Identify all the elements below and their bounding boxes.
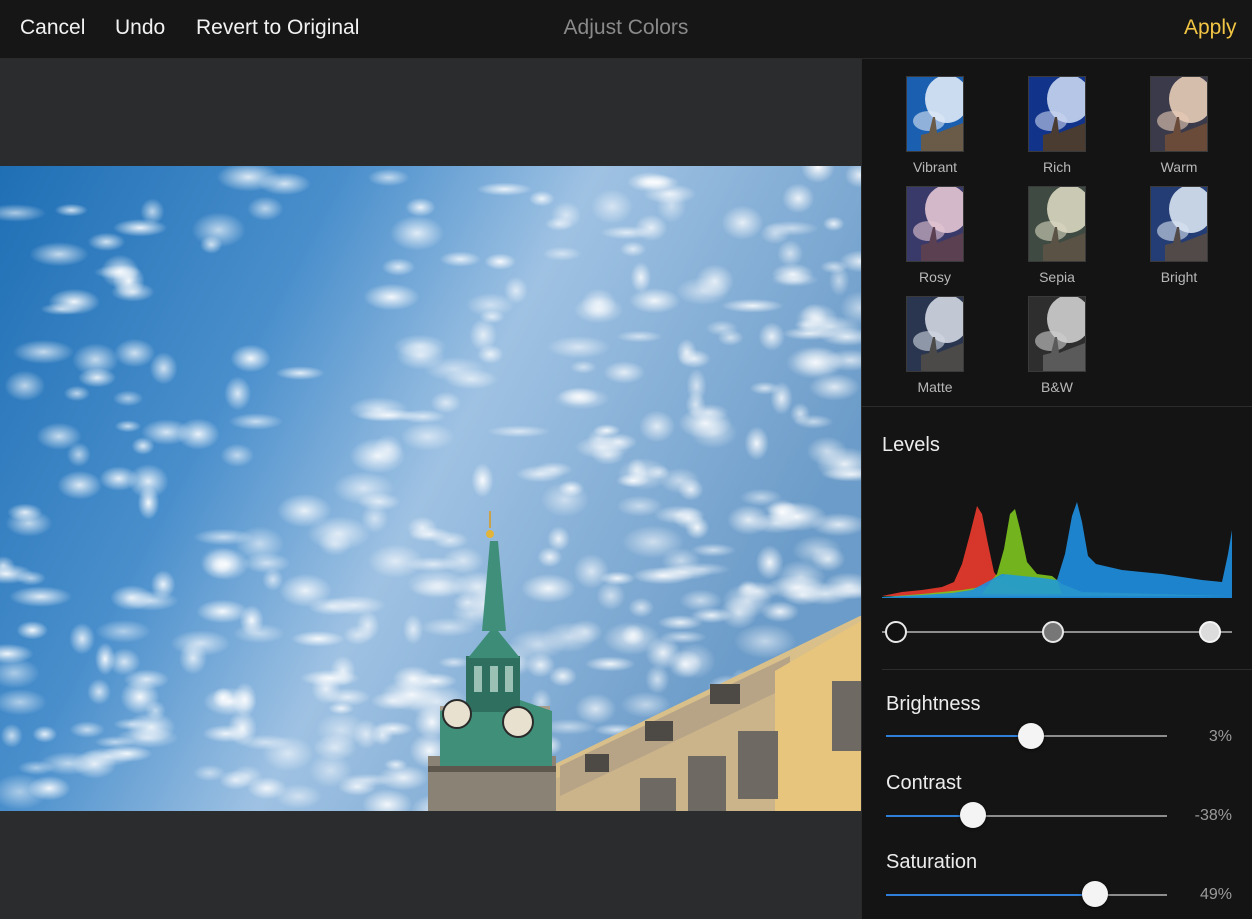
preset-thumbnail [906,296,964,372]
saturation-slider[interactable] [886,894,1167,896]
levels-histogram [882,494,1232,599]
preset-thumbnail [906,76,964,152]
preset-sepia[interactable]: Sepia [1007,186,1107,285]
saturation-value: 49% [1199,886,1232,903]
toolbar: Cancel Undo Revert to Original Adjust Co… [0,0,1252,59]
contrast-slider-thumb[interactable] [960,802,987,828]
preset-bw[interactable]: B&W [1007,296,1107,395]
contrast-slider[interactable] [886,815,1167,817]
brightness-label: Brightness [886,693,981,715]
preset-rich[interactable]: Rich [1007,76,1107,175]
brightness-value: 3% [1208,728,1232,745]
cancel-button[interactable]: Cancel [20,16,85,40]
levels-title: Levels [882,434,940,456]
preset-thumbnail [1150,76,1208,152]
undo-button[interactable]: Undo [115,16,165,40]
brightness-slider-thumb[interactable] [1017,723,1044,749]
preset-label: Rich [1042,159,1071,175]
preset-thumbnail [906,186,964,262]
preset-bright[interactable]: Bright [1129,186,1229,285]
saturation-slider-fill [886,894,1096,896]
saturation-label: Saturation [886,851,978,873]
divider [862,406,1252,407]
apply-button[interactable]: Apply [1184,16,1237,40]
preset-label: Vibrant [912,159,958,175]
preset-label: Matte [917,379,953,395]
preset-label: Sepia [1039,269,1075,285]
preset-thumbnail [1150,186,1208,262]
page-title: Adjust Colors [563,16,689,39]
contrast-label: Contrast [886,772,962,794]
levels-white-point-handle[interactable] [1199,621,1221,643]
preset-vibrant[interactable]: Vibrant [885,76,985,175]
adjust-colors-panel: Vibrant Rich Warm Rosy Sepia Bright Matt… [861,59,1252,919]
preset-thumbnail [1028,76,1086,152]
preset-thumbnail [1028,186,1086,262]
brightness-slider-fill [886,735,1031,737]
preset-label: B&W [1041,379,1073,395]
revert-to-original-button[interactable]: Revert to Original [196,16,359,40]
contrast-value: -38% [1194,807,1232,824]
preset-label: Rosy [919,269,951,285]
preset-thumbnail [1028,296,1086,372]
preset-label: Warm [1160,159,1198,175]
divider [882,669,1252,670]
levels-midtone-handle[interactable] [1042,621,1064,643]
preset-warm[interactable]: Warm [1129,76,1229,175]
levels-black-point-handle[interactable] [885,621,907,643]
preset-matte[interactable]: Matte [885,296,985,395]
preset-rosy[interactable]: Rosy [885,186,985,285]
image-canvas [0,59,861,919]
preset-label: Bright [1160,269,1198,285]
photo-preview [0,166,861,811]
saturation-slider-thumb[interactable] [1082,881,1109,907]
